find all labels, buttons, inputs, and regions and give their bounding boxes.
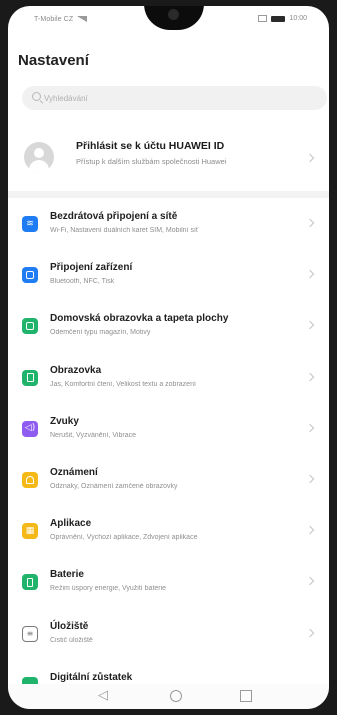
search-input[interactable]	[44, 86, 304, 110]
search-icon	[32, 92, 41, 101]
notification-icon	[22, 471, 38, 488]
avatar-head	[34, 148, 44, 158]
item-title: Baterie	[50, 569, 84, 581]
chevron-right-icon	[305, 423, 315, 432]
status-right: 10:00	[258, 15, 307, 22]
apps-icon: ▦	[22, 523, 38, 540]
settings-item-apps[interactable]: ▦ Aplikace Oprávnění, Výchozí aplikace, …	[8, 505, 329, 556]
chevron-right-icon	[305, 321, 315, 330]
item-title: Zvuky	[50, 415, 79, 427]
item-subtitle: Nerušit, Vyzvánění, Vibrace	[50, 431, 136, 439]
page-title: Nastavení	[18, 52, 89, 69]
settings-item-storage[interactable]: ≡ Úložiště Čistič úložiště	[8, 608, 329, 659]
account-subtitle: Přístup k dalším službám společnosti Hua…	[76, 157, 227, 166]
chevron-right-icon	[305, 628, 315, 637]
avatar-body	[29, 160, 49, 172]
navigation-bar: ◁	[8, 684, 329, 709]
item-subtitle: Wi-Fi, Nastavení duálních karet SIM, Mob…	[50, 227, 199, 234]
item-subtitle: Režim úspory energie, Využití baterie	[50, 585, 167, 593]
display-icon	[22, 369, 38, 386]
item-title: Připojení zařízení	[50, 262, 133, 274]
sound-icon: ◁)	[22, 420, 38, 437]
settings-item-home-screen[interactable]: Domovská obrazovka a tapeta plochy Odemč…	[8, 300, 329, 351]
battery-icon	[22, 574, 38, 591]
settings-item-wireless[interactable]: ≋ Bezdrátová připojení a sítě Wi-Fi, Nas…	[8, 198, 329, 249]
item-title: Bezdrátová připojení a sítě	[50, 211, 178, 222]
clock: 10:00	[289, 15, 307, 22]
battery-status-icon	[271, 15, 286, 22]
account-title: Přihlásit se k účtu HUAWEI ID	[76, 140, 225, 152]
status-left: T-Mobile CZ	[34, 16, 88, 23]
signal-icon	[77, 16, 88, 23]
settings-item-battery[interactable]: Baterie Režim úspory energie, Využití ba…	[8, 556, 329, 607]
item-subtitle: Jas, Komfortní čtení, Velikost textu a z…	[50, 380, 196, 388]
item-subtitle: Čistič úložiště	[50, 636, 93, 644]
item-title: Oznámení	[50, 466, 98, 478]
section-divider	[8, 191, 329, 198]
wifi-icon: ≋	[22, 216, 38, 232]
chevron-right-icon	[305, 577, 315, 586]
item-subtitle: Bluetooth, NFC, Tisk	[50, 278, 115, 286]
camera-icon	[168, 9, 179, 20]
chevron-right-icon	[305, 153, 315, 163]
wallpaper-icon	[22, 318, 38, 335]
chevron-right-icon	[305, 525, 315, 535]
settings-item-display[interactable]: Obrazovka Jas, Komfortní čtení, Velikost…	[8, 352, 329, 403]
back-triangle-icon[interactable]: ◁	[98, 688, 108, 703]
avatar	[24, 142, 54, 172]
item-title: Obrazovka	[50, 364, 102, 376]
camera-notch	[144, 6, 204, 30]
chevron-right-icon	[305, 218, 315, 228]
chevron-right-icon	[305, 474, 315, 484]
settings-list: ≋ Bezdrátová připojení a sítě Wi-Fi, Nas…	[8, 198, 329, 709]
item-subtitle: Odemčení typu magazín, Motivy	[50, 329, 151, 337]
recent-square-icon[interactable]	[240, 690, 252, 702]
device-connection-icon	[22, 267, 38, 284]
home-circle-icon[interactable]	[170, 690, 182, 702]
settings-item-notifications[interactable]: Oznámení Odznaky, Oznámení zamčené obraz…	[8, 454, 329, 505]
nfc-icon	[258, 15, 268, 22]
carrier-label: T-Mobile CZ	[34, 16, 74, 23]
item-title: Aplikace	[50, 518, 92, 530]
chevron-right-icon	[305, 372, 315, 381]
huawei-id-login[interactable]: Přihlásit se k účtu HUAWEI ID Přístup k …	[8, 124, 329, 186]
storage-icon: ≡	[22, 625, 38, 642]
chevron-right-icon	[305, 269, 315, 279]
phone-screen: T-Mobile CZ 10:00 Nastavení Přihlásit se…	[8, 6, 329, 709]
status-bar: T-Mobile CZ 10:00	[8, 6, 329, 36]
item-title: Úložiště	[50, 620, 89, 632]
item-subtitle: Oprávnění, Výchozí aplikace, Zdvojení ap…	[50, 534, 198, 542]
item-title: Digitální zůstatek	[50, 671, 133, 683]
settings-item-sounds[interactable]: ◁) Zvuky Nerušit, Vyzvánění, Vibrace	[8, 403, 329, 454]
item-title: Domovská obrazovka a tapeta plochy	[50, 313, 229, 325]
search-bar[interactable]	[22, 86, 327, 110]
item-subtitle: Odznaky, Oznámení zamčené obrazovky	[50, 482, 178, 490]
settings-item-device-connection[interactable]: Připojení zařízení Bluetooth, NFC, Tisk	[8, 249, 329, 300]
